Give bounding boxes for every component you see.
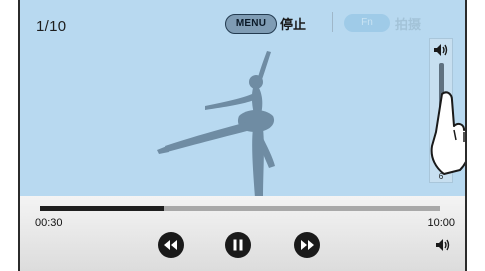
rewind-button[interactable]: [158, 232, 184, 258]
pause-icon: [233, 239, 243, 251]
playback-screen: 1/10 MENU 停止 Fn 拍摄 6 00:30 10:00: [18, 0, 467, 271]
image-counter: 1/10: [36, 18, 67, 35]
pause-button[interactable]: [225, 232, 251, 258]
speaker-icon: [434, 44, 448, 56]
playback-control-bar: 00:30 10:00: [20, 196, 465, 271]
camera-frame: 1/10 MENU 停止 Fn 拍摄 6 00:30 10:00: [15, 0, 467, 271]
total-time: 10:00: [427, 217, 455, 229]
speaker-icon[interactable]: [435, 238, 451, 252]
shoot-label: 拍摄: [395, 17, 422, 32]
rewind-icon: [164, 240, 177, 250]
current-time: 00:30: [35, 217, 63, 229]
touch-hand-icon: [430, 91, 465, 175]
ballerina-image: [157, 51, 275, 198]
progress-fill: [40, 206, 164, 211]
menu-button[interactable]: MENU: [225, 14, 277, 34]
stop-label: 停止: [280, 17, 307, 32]
fn-button[interactable]: Fn: [344, 14, 390, 32]
header-divider: [332, 12, 333, 32]
fast-forward-button[interactable]: [294, 232, 320, 258]
fast-forward-icon: [301, 240, 314, 250]
progress-track[interactable]: [40, 206, 440, 211]
